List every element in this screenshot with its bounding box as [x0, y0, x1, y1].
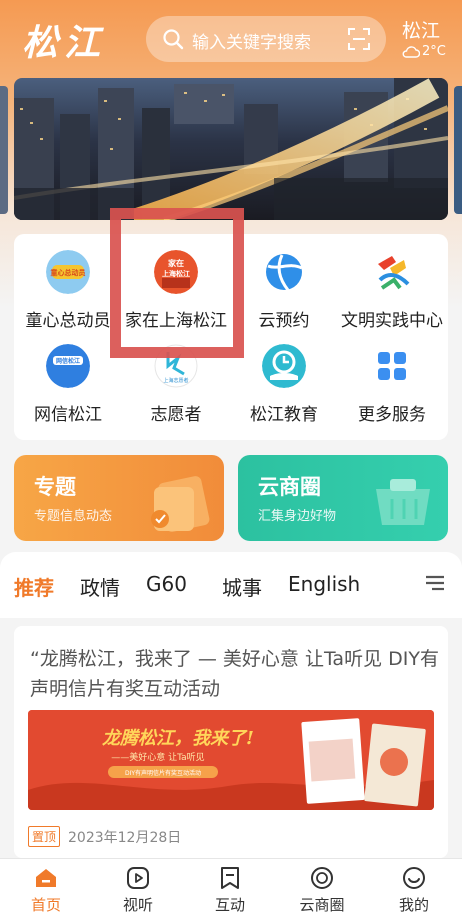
tab-city[interactable]: 城事	[222, 572, 262, 601]
service-label: 松江教育	[250, 405, 318, 425]
news-feed: “龙腾松江，我来了 — 美好心意 让Ta听见 DIY有声明信片有奖互动活动 龙腾…	[0, 618, 462, 858]
article-title[interactable]: “龙腾松江，我来了 — 美好心意 让Ta听见 DIY有声明信片有奖互动活动	[30, 644, 440, 704]
hero-banner[interactable]	[14, 78, 448, 220]
net-info-icon: 网信松江	[46, 344, 90, 388]
tab-g60[interactable]: G60	[146, 572, 187, 596]
nav-video[interactable]: 视听	[92, 865, 184, 919]
postcard-banner: 龙腾松江，我来了! ——美好心意 让Ta听见 DIY有声明信片有奖互动活动	[28, 710, 434, 810]
service-civilization[interactable]: 文明实践中心	[338, 234, 446, 331]
kids-badge-text: 童心总动员	[51, 268, 86, 277]
nav-label: 视听	[122, 896, 153, 914]
play-icon	[127, 867, 149, 889]
weather[interactable]: 2°C	[402, 44, 446, 59]
service-label: 更多服务	[358, 405, 426, 425]
nav-shop[interactable]: 云商圈	[276, 865, 368, 919]
article-card[interactable]: “龙腾松江，我来了 — 美好心意 让Ta听见 DIY有声明信片有奖互动活动 龙腾…	[14, 626, 448, 858]
cloud-booking-icon	[266, 254, 303, 291]
nav-label: 我的	[398, 896, 429, 914]
kids-badge-icon: 童心总动员	[46, 250, 90, 294]
cloud-icon	[402, 46, 420, 58]
volunteer-text: 上海志愿者	[163, 377, 188, 384]
more-services-icon	[378, 352, 406, 380]
promo-subtitle: 汇集身边好物	[258, 509, 337, 524]
service-net-info[interactable]: 网信松江 网信松江	[14, 328, 122, 425]
nav-interact[interactable]: 互动	[184, 865, 276, 919]
category-tabs: 推荐 政情 G60 城事 English	[0, 552, 462, 618]
service-label: 网信松江	[34, 405, 102, 425]
net-info-text: 网信松江	[56, 357, 80, 365]
banner-prev-peek[interactable]	[0, 86, 8, 214]
menu-icon[interactable]	[424, 574, 446, 592]
civilization-center-icon	[378, 256, 410, 290]
service-more[interactable]: 更多服务	[338, 328, 446, 425]
nav-home[interactable]: 首页	[0, 865, 92, 919]
service-kids[interactable]: 童心总动员 童心总动员	[14, 234, 122, 331]
nav-profile[interactable]: 我的	[368, 865, 460, 919]
banner-subline: ——美好心意 让Ta听见	[111, 751, 204, 763]
tab-english[interactable]: English	[288, 572, 360, 596]
shop-icon	[311, 867, 333, 889]
search-icon	[163, 29, 184, 50]
promo-title: 云商圈	[258, 475, 321, 499]
tab-politics[interactable]: 政情	[80, 572, 120, 601]
service-label: 志愿者	[150, 405, 202, 425]
nav-label: 首页	[30, 896, 61, 914]
tab-recommended[interactable]: 推荐	[14, 572, 54, 601]
bookmark-icon	[221, 867, 239, 889]
pinned-badge: 置顶	[28, 826, 61, 847]
service-cloud-booking[interactable]: 云预约	[230, 234, 338, 331]
document-icon	[151, 476, 210, 532]
nav-label: 云商圈	[299, 896, 345, 914]
promo-card-topics[interactable]: 专题 专题信息动态	[14, 455, 224, 541]
banner-next-peek[interactable]	[454, 86, 462, 214]
bottom-navigation: 首页 视听 互动 云商圈 我的	[0, 858, 462, 919]
profile-icon	[403, 867, 425, 889]
shopping-cart-icon	[376, 479, 430, 525]
search-bar[interactable]: 输入关键字搜索	[146, 16, 386, 62]
article-banner-image[interactable]: 龙腾松江，我来了! ——美好心意 让Ta听见 DIY有声明信片有奖互动活动	[28, 710, 434, 810]
promo-card-cloud-shop[interactable]: 云商圈 汇集身边好物	[238, 455, 448, 541]
temperature: 2°C	[422, 44, 446, 59]
highlight-annotation-box	[110, 208, 244, 358]
header: 松江 输入关键字搜索 松江 2°C	[0, 0, 462, 80]
promo-title: 专题	[34, 475, 76, 499]
scan-icon[interactable]	[348, 28, 370, 50]
education-icon	[262, 344, 306, 388]
city-name[interactable]: 松江	[402, 16, 440, 43]
service-education[interactable]: 松江教育	[230, 328, 338, 425]
nav-label: 互动	[214, 896, 245, 914]
app-logo[interactable]: 松江	[22, 14, 132, 64]
city-night-image	[14, 78, 448, 220]
search-placeholder[interactable]: 输入关键字搜索	[192, 28, 311, 53]
promo-subtitle: 专题信息动态	[34, 509, 113, 524]
banner-note: DIY有声明信片有奖互动活动	[125, 769, 201, 777]
banner-headline: 龙腾松江，我来了!	[102, 728, 254, 749]
article-meta: 置顶 2023年12月28日	[28, 826, 181, 847]
article-date: 2023年12月28日	[68, 829, 182, 846]
home-icon	[36, 869, 56, 887]
